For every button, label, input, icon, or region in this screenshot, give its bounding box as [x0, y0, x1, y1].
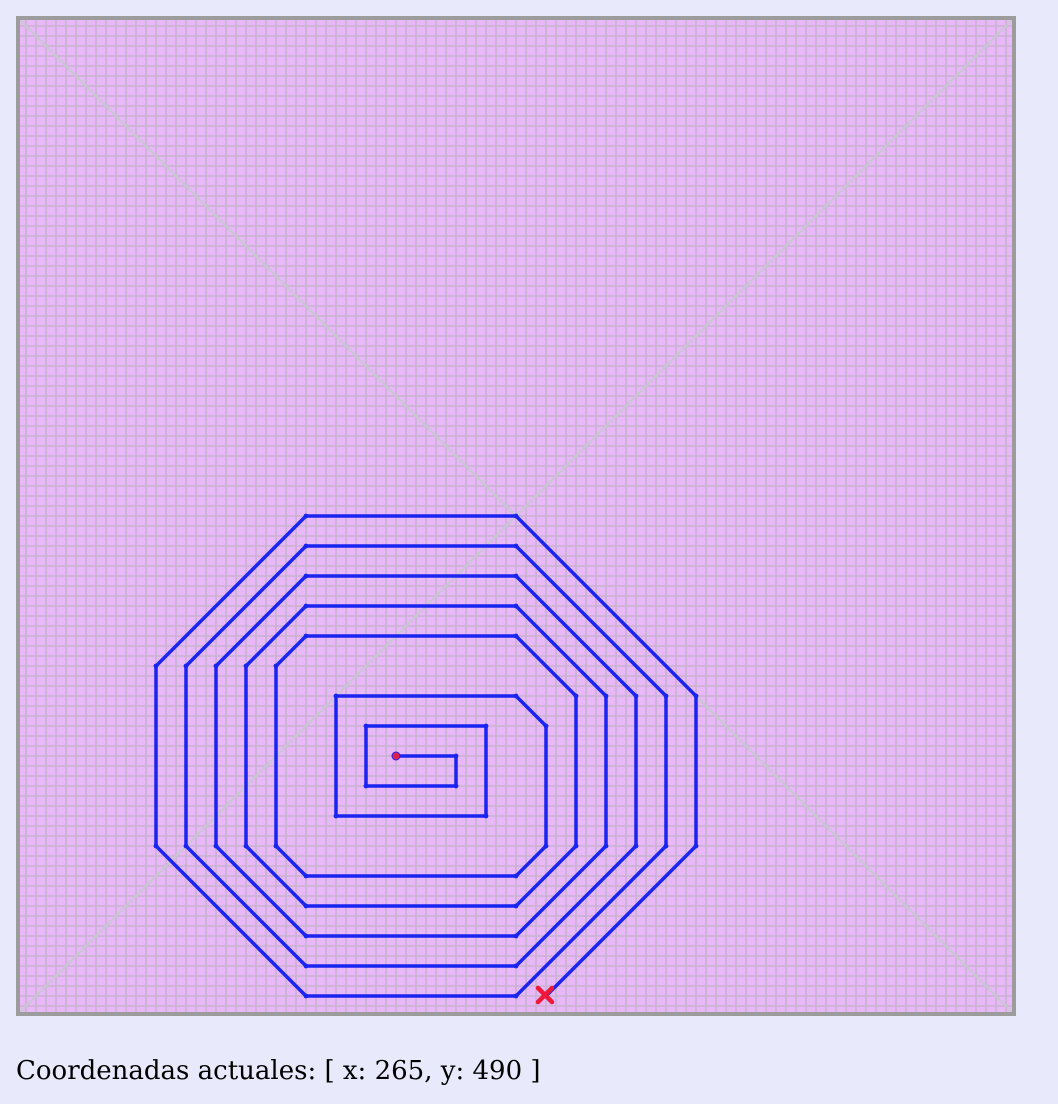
path-vertex	[363, 723, 369, 729]
path-vertex	[513, 963, 519, 969]
path-vertex	[153, 663, 159, 669]
path-vertex	[513, 693, 519, 699]
path-vertex	[603, 843, 609, 849]
coords-separator: , y:	[424, 1056, 473, 1086]
path-vertex	[453, 783, 459, 789]
path-vertex	[513, 903, 519, 909]
path-vertex	[303, 573, 309, 579]
path-vertex	[333, 813, 339, 819]
coord-x-value: 265	[374, 1056, 425, 1086]
path-vertex	[453, 753, 459, 759]
path-vertex	[303, 603, 309, 609]
path-vertex	[273, 663, 279, 669]
path-vertex	[303, 993, 309, 999]
path-vertex	[303, 903, 309, 909]
start-dot-icon	[391, 751, 401, 761]
path-vertex	[663, 843, 669, 849]
path-vertex	[633, 693, 639, 699]
path-vertex	[693, 843, 699, 849]
path-vertex	[513, 933, 519, 939]
path-vertex	[303, 873, 309, 879]
path-vertex	[633, 843, 639, 849]
canvas-svg	[16, 16, 1016, 1016]
path-vertex	[273, 843, 279, 849]
path-vertex	[513, 573, 519, 579]
path-vertex	[693, 693, 699, 699]
path-vertex	[243, 663, 249, 669]
path-vertex	[513, 603, 519, 609]
path-vertex	[513, 543, 519, 549]
path-vertex	[243, 843, 249, 849]
path-vertex	[513, 513, 519, 519]
coord-y-value: 490	[472, 1056, 523, 1086]
path-vertex	[303, 513, 309, 519]
path-vertex	[303, 543, 309, 549]
path-vertex	[303, 933, 309, 939]
coords-prefix: Coordenadas actuales: [ x:	[16, 1056, 375, 1086]
path-vertex	[483, 723, 489, 729]
path-vertex	[153, 843, 159, 849]
path-vertex	[363, 783, 369, 789]
path-vertex	[213, 663, 219, 669]
path-vertex	[543, 843, 549, 849]
coords-suffix: ]	[522, 1056, 541, 1086]
path-vertex	[513, 993, 519, 999]
path-vertex	[183, 663, 189, 669]
path-vertex	[213, 843, 219, 849]
path-vertex	[573, 693, 579, 699]
path-vertex	[303, 633, 309, 639]
path-vertex	[483, 813, 489, 819]
path-vertex	[543, 723, 549, 729]
path-vertex	[603, 693, 609, 699]
path-vertex	[513, 633, 519, 639]
path-vertex	[303, 963, 309, 969]
coordinates-readout: Coordenadas actuales: [ x: 265, y: 490 ]	[16, 1056, 541, 1086]
path-vertex	[333, 693, 339, 699]
path-vertex	[513, 873, 519, 879]
path-vertex	[183, 843, 189, 849]
path-vertex	[573, 843, 579, 849]
drawing-canvas[interactable]	[16, 16, 1016, 1016]
path-vertex	[663, 693, 669, 699]
